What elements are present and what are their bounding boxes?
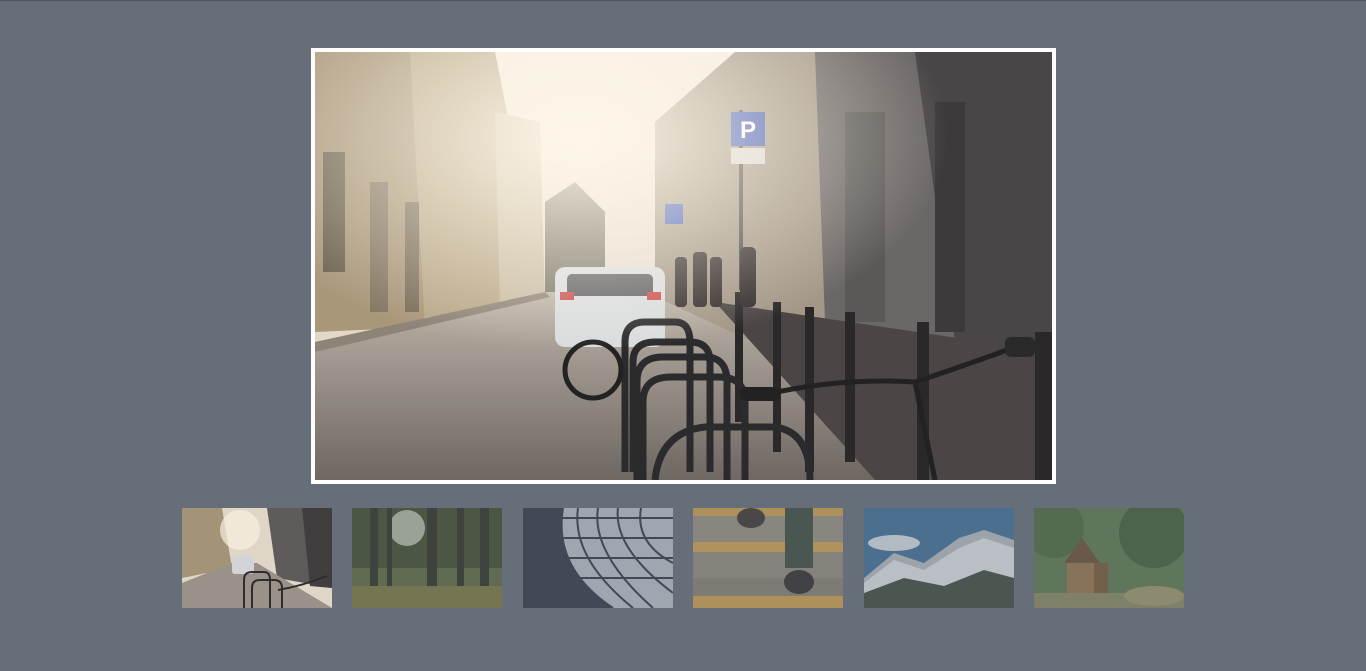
- thumbnail-forest-sunlight[interactable]: [352, 508, 502, 608]
- thumbnail-glass-building-curve[interactable]: [523, 508, 673, 608]
- top-border-line: [0, 0, 1366, 1]
- thumbnail-wooden-hut-in-woods[interactable]: [1034, 508, 1184, 608]
- thumbnail-street-with-bike-rack[interactable]: [182, 508, 332, 608]
- main-image: P: [315, 52, 1052, 480]
- main-image-frame: P: [311, 48, 1056, 484]
- thumbnail-stairs-with-feet[interactable]: [693, 508, 843, 608]
- thumbnail-strip: [182, 508, 1184, 608]
- thumbnail-snowy-mountains[interactable]: [864, 508, 1014, 608]
